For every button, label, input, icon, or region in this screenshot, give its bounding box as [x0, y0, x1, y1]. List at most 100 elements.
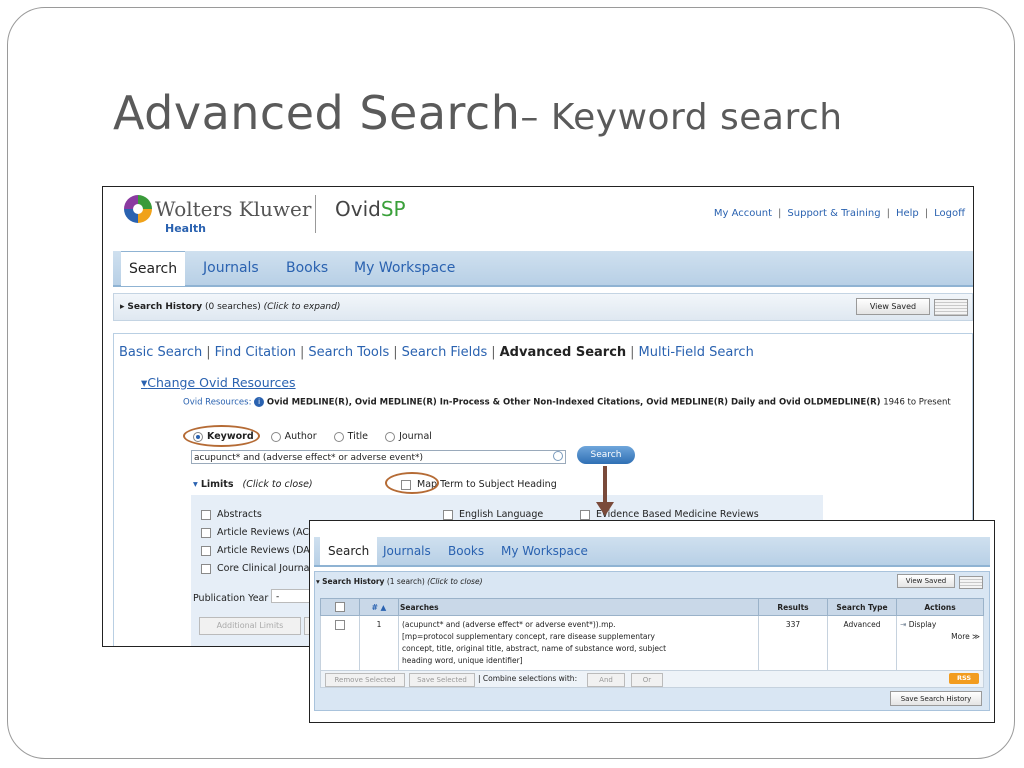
- row-checkbox[interactable]: [335, 620, 345, 630]
- slide-title: Advanced Search– Keyword search: [113, 86, 843, 140]
- title-radio[interactable]: [333, 431, 344, 442]
- slide-title-sub: – Keyword search: [520, 97, 843, 138]
- row-search-type: Advanced: [827, 615, 897, 671]
- resources-years: 1946 to Present: [883, 397, 951, 408]
- info-icon[interactable]: i: [254, 397, 265, 407]
- tab-my-workspace[interactable]: My Workspace: [501, 537, 588, 565]
- table-header-row: # ▲ Searches Results Search Type Actions: [320, 598, 984, 616]
- limits-toggle[interactable]: ▾ Limits (Click to close): [193, 479, 313, 490]
- arrow-down-icon: [596, 502, 614, 516]
- additional-limits-button[interactable]: Additional Limits: [199, 617, 301, 635]
- history-grid-icon[interactable]: [934, 299, 968, 316]
- display-action[interactable]: ⇥ Display: [900, 619, 980, 631]
- logoff-link[interactable]: Logoff: [934, 208, 965, 219]
- basic-search-link[interactable]: Basic Search: [119, 345, 202, 360]
- advanced-search-link[interactable]: Advanced Search: [500, 345, 627, 360]
- limit-article-reviews-acp[interactable]: Article Reviews (ACP: [201, 527, 315, 538]
- save-search-history-button[interactable]: Save Search History: [890, 691, 982, 706]
- limits-hint: (Click to close): [242, 479, 313, 490]
- view-saved-button[interactable]: View Saved: [856, 298, 930, 315]
- triangle-down-icon: ▾: [193, 479, 198, 490]
- col-number[interactable]: # ▲: [359, 598, 399, 616]
- checkbox[interactable]: [580, 509, 590, 520]
- history-title: Search History: [127, 302, 203, 312]
- checkbox[interactable]: [443, 509, 453, 520]
- tab-search[interactable]: Search: [320, 537, 378, 565]
- limit-core-clinical[interactable]: Core Clinical Journal: [201, 563, 312, 574]
- slide-title-main: Advanced Search: [113, 86, 521, 140]
- main-tabs-2: Search Journals Books My Workspace: [314, 537, 990, 567]
- row-results[interactable]: 337: [758, 615, 828, 671]
- journal-radio[interactable]: [385, 431, 396, 442]
- limit-english[interactable]: English Language: [443, 509, 543, 520]
- top-links: My Account | Support & Training | Help | Logof…: [713, 208, 965, 219]
- map-highlight-oval: [385, 472, 439, 494]
- tab-books[interactable]: Books: [286, 251, 328, 285]
- view-saved-button[interactable]: View Saved: [897, 574, 955, 588]
- checkbox[interactable]: [201, 527, 211, 538]
- col-search-type: Search Type: [827, 598, 897, 616]
- logo-divider: [315, 195, 316, 233]
- rss-icon[interactable]: RSS: [949, 673, 979, 684]
- ovid-resources: Ovid Resources: i Ovid MEDLINE(R), Ovid …: [183, 397, 951, 408]
- product-suffix: SP: [380, 197, 406, 221]
- save-selected-button[interactable]: Save Selected: [409, 673, 475, 687]
- search-history-header[interactable]: ▾ Search History (1 search) (Click to cl…: [316, 577, 483, 586]
- more-link[interactable]: More ≫: [900, 631, 980, 643]
- limit-article-reviews-dar[interactable]: Article Reviews (DAR: [201, 545, 316, 556]
- limit-label: Abstracts: [217, 509, 262, 520]
- combine-label: | Combine selections with:: [478, 674, 578, 683]
- find-citation-link[interactable]: Find Citation: [215, 345, 296, 360]
- rss-label: RSS: [956, 674, 972, 682]
- checkbox[interactable]: [201, 545, 211, 556]
- arrow-shaft: [603, 466, 607, 506]
- select-all-header[interactable]: [320, 598, 360, 616]
- change-resources-link[interactable]: ▾Change Ovid Resources: [141, 375, 296, 390]
- limit-label: Article Reviews (ACP: [217, 527, 315, 538]
- screenshot-search-results: Search Journals Books My Workspace ▾ Sea…: [309, 520, 995, 723]
- pub-year-select[interactable]: -: [271, 589, 311, 603]
- brand-name: Wolters Kluwer: [155, 197, 312, 221]
- search-tools-link[interactable]: Search Tools: [308, 345, 389, 360]
- help-link[interactable]: Help: [896, 208, 919, 219]
- support-link[interactable]: Support & Training: [787, 208, 880, 219]
- row-search-text: (acupunct* and (adverse effect* or adver…: [398, 615, 759, 671]
- pub-year-label: Publication Year: [193, 593, 269, 604]
- checkbox[interactable]: [201, 563, 211, 574]
- history-title: Search History: [322, 577, 385, 586]
- search-history-table: # ▲ Searches Results Search Type Actions…: [320, 598, 984, 671]
- search-magnifier-icon[interactable]: [553, 451, 563, 461]
- row-actions: ⇥ Display More ≫: [896, 615, 984, 671]
- author-radio[interactable]: [270, 431, 281, 442]
- remove-selected-button[interactable]: Remove Selected: [325, 673, 405, 687]
- multi-field-search-link[interactable]: Multi-Field Search: [639, 345, 754, 360]
- tab-search[interactable]: Search: [121, 251, 186, 286]
- my-account-link[interactable]: My Account: [714, 208, 772, 219]
- wolters-kluwer-logo-icon: [124, 195, 152, 223]
- journal-label: Journal: [399, 431, 432, 442]
- history-actions-row: Remove Selected Save Selected | Combine …: [320, 670, 984, 688]
- main-tabs: Search Journals Books My Workspace: [113, 251, 973, 287]
- or-button[interactable]: Or: [631, 673, 663, 687]
- limit-abstracts[interactable]: Abstracts: [201, 509, 262, 520]
- select-all-checkbox[interactable]: [335, 602, 345, 612]
- search-mode-links: Basic Search | Find Citation | Search Tools |…: [119, 345, 754, 360]
- search-history-bar[interactable]: ▸ Search History (0 searches) (Click to …: [113, 293, 973, 321]
- tab-books[interactable]: Books: [448, 537, 484, 565]
- display-icon: ⇥: [900, 620, 907, 629]
- table-row: 1 (acupunct* and (adverse effect* or adv…: [320, 615, 984, 671]
- search-fields-link[interactable]: Search Fields: [402, 345, 488, 360]
- product-name: OvidSP: [335, 197, 406, 221]
- search-button[interactable]: Search: [577, 446, 635, 464]
- author-label: Author: [284, 431, 317, 442]
- history-grid-icon[interactable]: [959, 576, 983, 589]
- search-input[interactable]: acupunct* and (adverse effect* or advers…: [191, 450, 566, 464]
- tab-my-workspace[interactable]: My Workspace: [354, 251, 455, 285]
- row-select-cell: [320, 615, 360, 671]
- tab-journals[interactable]: Journals: [383, 537, 431, 565]
- and-button[interactable]: And: [587, 673, 625, 687]
- brand-sub: Health: [165, 222, 206, 235]
- checkbox[interactable]: [201, 509, 211, 520]
- row-number: 1: [359, 615, 399, 671]
- tab-journals[interactable]: Journals: [203, 251, 259, 285]
